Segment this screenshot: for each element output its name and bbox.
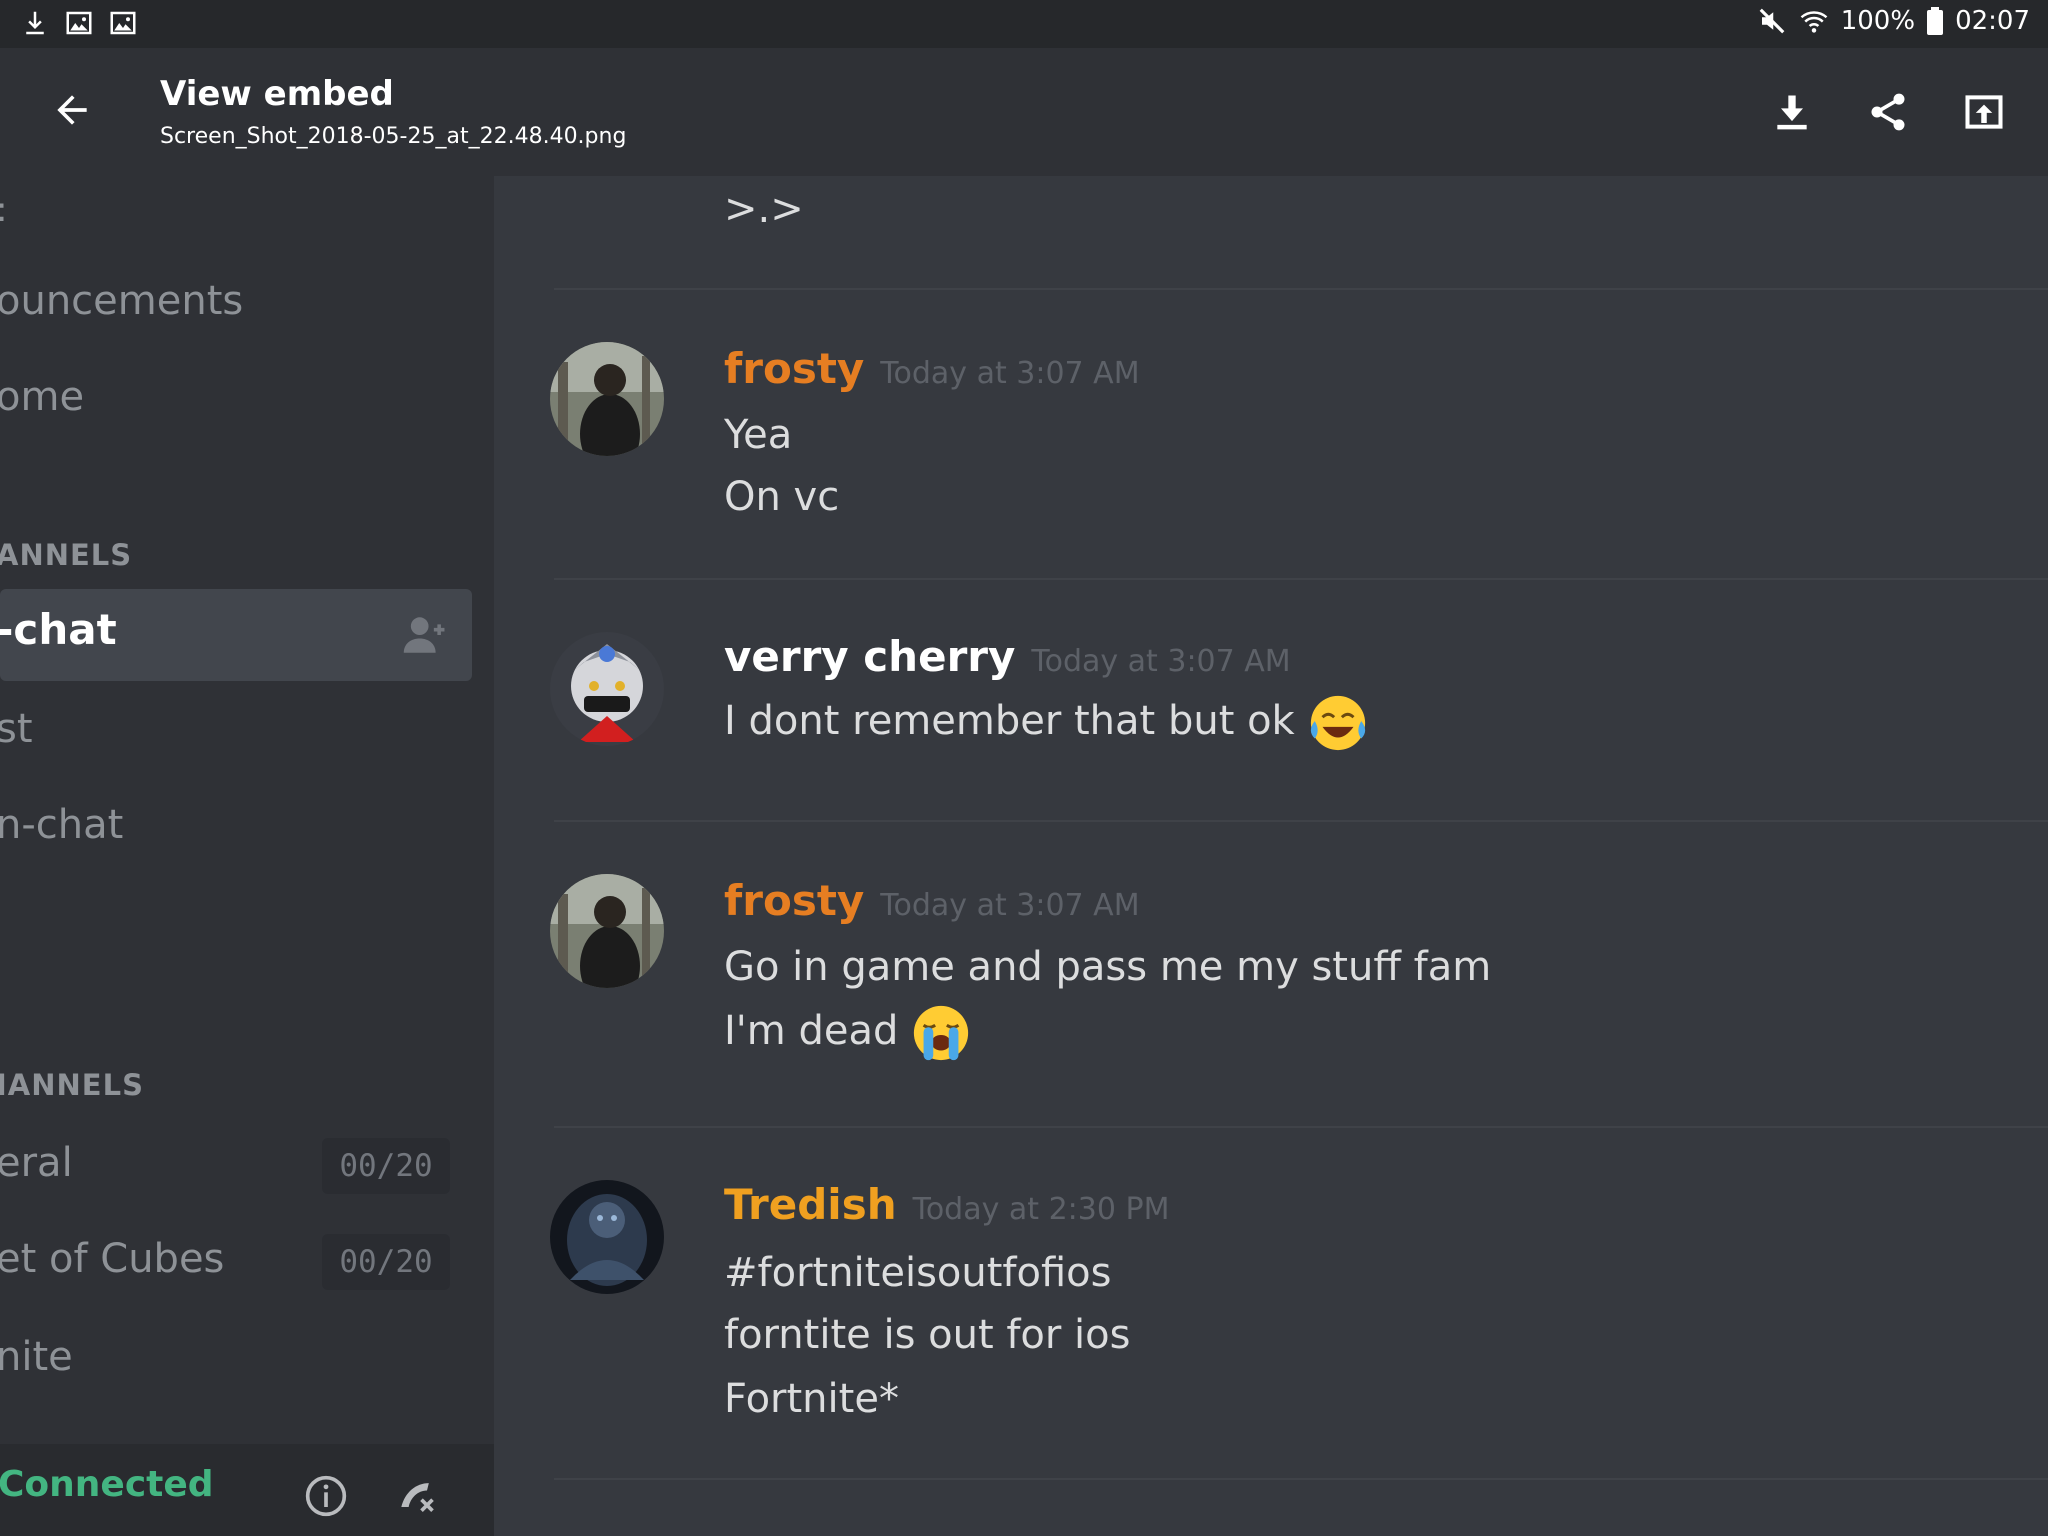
message-header: frosty Today at 3:07 AM: [724, 876, 1140, 925]
avatar[interactable]: [550, 342, 664, 456]
message-text: On vc: [724, 474, 840, 520]
message-header: Tredish Today at 2:30 PM: [724, 1180, 1169, 1229]
sidebar-item-welcome[interactable]: ome: [0, 374, 84, 420]
message-author[interactable]: verry cherry: [724, 632, 1015, 681]
chat-area: >.> frosty Today at 3:07 AM Yea On vc ver…: [494, 176, 2048, 1536]
voice-user-count: 00/20: [322, 1234, 450, 1290]
sidebar-fragment: :: [0, 190, 7, 230]
app-bar: View embed Screen_Shot_2018-05-25_at_22.…: [0, 48, 2048, 176]
message-text: forntite is out for ios: [724, 1312, 1131, 1358]
message-text: Yea: [724, 412, 793, 458]
battery-icon: [1927, 7, 1944, 35]
wifi-icon: [1800, 11, 1828, 33]
file-name: Screen_Shot_2018-05-25_at_22.48.40.png: [160, 124, 627, 149]
message-line: I dont remember that but ok: [724, 692, 1369, 754]
battery-percent: 100%: [1840, 6, 1916, 36]
message-line: I'm dead: [724, 1002, 972, 1064]
mute-icon: [1759, 8, 1785, 34]
message-text: >.>: [724, 186, 804, 232]
channel-sidebar: : ouncements ome ANNELS -chat st n-chat …: [0, 176, 494, 1536]
clock: 02:07: [1955, 6, 2030, 36]
category-text-channels[interactable]: ANNELS: [0, 538, 132, 572]
image-icon: [66, 11, 92, 35]
message-author[interactable]: frosty: [724, 876, 864, 925]
add-user-icon[interactable]: [402, 615, 448, 655]
connection-status: Connected: [0, 1464, 214, 1505]
sidebar-item-n-chat[interactable]: n-chat: [0, 802, 123, 848]
open-external-icon[interactable]: [1962, 90, 2006, 134]
message-header: frosty Today at 3:07 AM: [724, 344, 1140, 393]
message-divider: [554, 578, 2048, 580]
image-icon: [110, 11, 136, 35]
message-text: #fortniteisoutfofios: [724, 1250, 1112, 1296]
voice-channel-fortnite[interactable]: nite: [0, 1334, 73, 1380]
info-icon[interactable]: [304, 1474, 348, 1518]
tears-of-joy-emoji-icon: [1310, 695, 1365, 751]
loudly-crying-emoji-icon: [914, 1005, 969, 1061]
avatar[interactable]: [550, 874, 664, 988]
avatar[interactable]: [550, 1180, 664, 1294]
voice-channel-cubes[interactable]: et of Cubes: [0, 1236, 224, 1282]
message-text: Go in game and pass me my stuff fam: [724, 944, 1492, 990]
download-icon[interactable]: [1770, 90, 1814, 134]
voice-user-count: 00/20: [322, 1138, 450, 1194]
message-divider: [554, 820, 2048, 822]
category-voice-channels[interactable]: IANNELS: [0, 1068, 144, 1102]
voice-connection-panel: Connected: [0, 1444, 494, 1536]
message-divider: [554, 1478, 2048, 1480]
disconnect-icon[interactable]: [394, 1474, 438, 1518]
message-timestamp: Today at 3:07 AM: [880, 356, 1140, 391]
status-bar: 100% 02:07: [0, 0, 2048, 48]
voice-channel-general[interactable]: eral: [0, 1140, 73, 1186]
message-text: Fortnite*: [724, 1376, 899, 1422]
active-channel-label: -chat: [0, 605, 117, 654]
sidebar-item-active-channel[interactable]: -chat: [0, 589, 472, 681]
message-timestamp: Today at 2:30 PM: [912, 1192, 1170, 1227]
message-text: I dont remember that but ok: [724, 698, 1295, 744]
message-author[interactable]: Tredish: [724, 1180, 897, 1229]
back-arrow-icon[interactable]: [50, 88, 94, 132]
sidebar-item-list[interactable]: st: [0, 706, 33, 752]
message-text: I'm dead: [724, 1008, 899, 1054]
sidebar-item-announcements[interactable]: ouncements: [0, 278, 243, 324]
avatar[interactable]: [550, 632, 664, 746]
message-author[interactable]: frosty: [724, 344, 864, 393]
message-divider: [554, 1126, 2048, 1128]
page-title: View embed: [160, 74, 394, 114]
message-divider: [554, 288, 2048, 290]
message-timestamp: Today at 3:07 AM: [880, 888, 1140, 923]
message-timestamp: Today at 3:07 AM: [1031, 644, 1291, 679]
download-icon: [26, 11, 44, 35]
message-header: verry cherry Today at 3:07 AM: [724, 632, 1291, 681]
share-icon[interactable]: [1866, 90, 1910, 134]
